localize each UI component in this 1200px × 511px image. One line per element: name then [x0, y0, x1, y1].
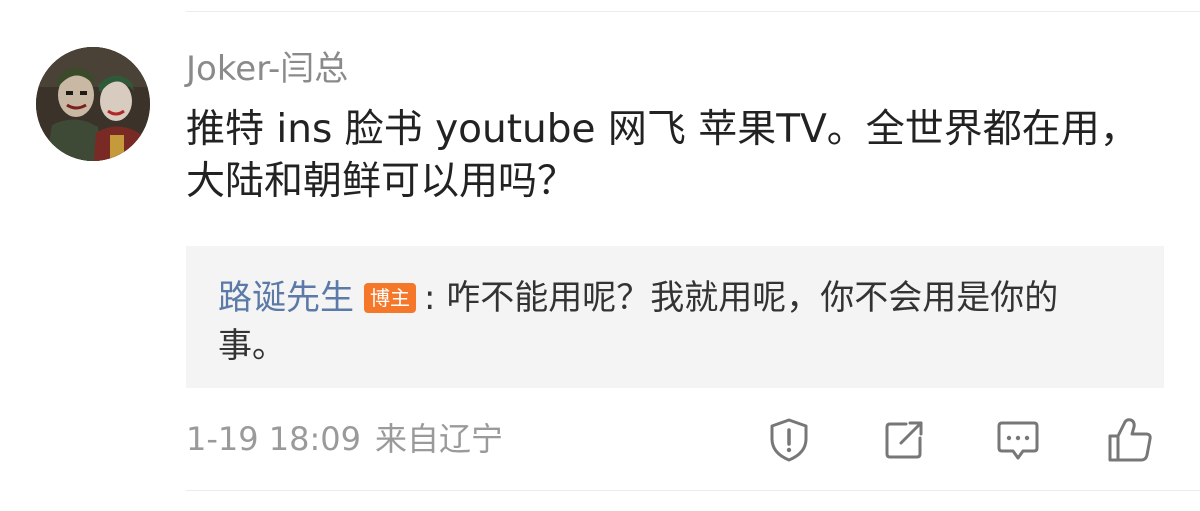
- comment-icon: [997, 421, 1039, 460]
- comment-button[interactable]: [994, 415, 1042, 465]
- location-source: 来自辽宁: [375, 420, 504, 458]
- author-badge: 博主: [364, 283, 416, 313]
- reply-separator: :: [424, 278, 436, 318]
- avatar-image: [36, 47, 150, 161]
- like-button[interactable]: [1106, 415, 1154, 465]
- avatar[interactable]: [36, 47, 150, 161]
- comment-text: 推特 ins 脸书 youtube 网飞 苹果TV。全世界都在用，大陆和朝鲜可以…: [186, 107, 1139, 204]
- reply-content: 路诞先生 博主: 咋不能用呢？我就用呢，你不会用是你的事。: [218, 274, 1118, 370]
- share-icon: [885, 421, 923, 459]
- report-button[interactable]: [765, 415, 813, 465]
- top-divider: [186, 11, 1200, 12]
- reply-author[interactable]: 路诞先生: [218, 278, 354, 318]
- reply-box[interactable]: 路诞先生 博主: 咋不能用呢？我就用呢，你不会用是你的事。: [186, 246, 1164, 388]
- timestamp: 1-19 18:09: [186, 420, 362, 458]
- username[interactable]: Joker-闫总: [186, 48, 348, 90]
- share-button[interactable]: [880, 415, 928, 465]
- like-thumb-icon: [1108, 418, 1152, 462]
- comment-meta: 1-19 18:09 来自辽宁: [186, 418, 503, 460]
- report-shield-icon: [770, 418, 808, 462]
- bottom-divider: [186, 490, 1200, 491]
